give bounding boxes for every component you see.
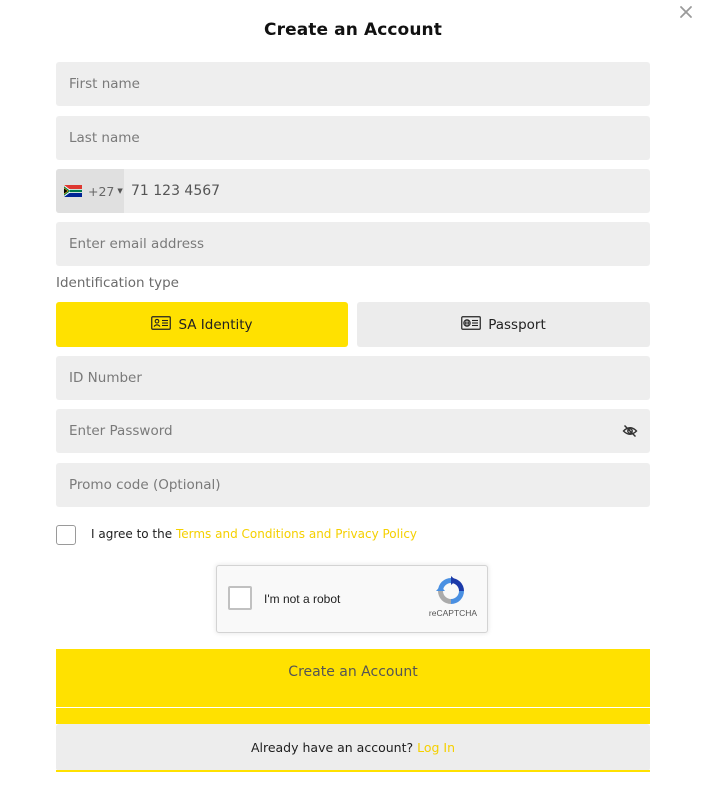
eye-slash-icon[interactable]: [622, 423, 638, 439]
id-number-field[interactable]: [56, 356, 650, 400]
terms-link[interactable]: Terms and Conditions and Privacy Policy: [176, 527, 417, 541]
chevron-down-icon: ▼: [117, 187, 123, 195]
promo-code-field-container: [56, 463, 650, 507]
south-africa-flag-icon: [64, 182, 82, 201]
phone-field[interactable]: [124, 169, 650, 213]
phone-input-wrapper: [124, 169, 650, 213]
sa-identity-button[interactable]: SA Identity: [56, 302, 348, 347]
recaptcha-checkbox[interactable]: [228, 586, 252, 610]
login-prompt-bar: Already have an account? Log In: [56, 724, 650, 771]
create-account-button[interactable]: Create an Account: [56, 649, 650, 707]
first-name-field[interactable]: [56, 62, 650, 106]
last-name-field[interactable]: [56, 116, 650, 160]
promo-code-field[interactable]: [56, 463, 650, 507]
close-icon[interactable]: [676, 2, 696, 22]
last-name-field-container: [56, 116, 650, 160]
passport-label: Passport: [488, 316, 546, 333]
passport-button[interactable]: Passport: [357, 302, 650, 347]
bottom-accent-line: [56, 770, 650, 772]
passport-icon: [461, 315, 488, 334]
password-field[interactable]: [56, 409, 650, 453]
first-name-field-container: [56, 62, 650, 106]
id-card-icon: [151, 315, 178, 334]
login-prompt: Already have an account?: [250, 740, 414, 755]
sa-identity-label: SA Identity: [178, 316, 253, 333]
login-link[interactable]: Log In: [417, 740, 455, 755]
phone-field-container: +27 ▼: [56, 169, 650, 213]
terms-text: I agree to the Terms and Conditions and …: [91, 527, 417, 541]
id-number-field-container: [56, 356, 650, 400]
accent-strip: [56, 708, 650, 724]
recaptcha-widget: I'm not a robot reCAPTCHA: [216, 565, 488, 633]
country-code-select[interactable]: +27 ▼: [56, 169, 124, 213]
terms-checkbox[interactable]: [56, 525, 76, 545]
country-code: +27: [88, 183, 115, 199]
email-field-container: [56, 222, 650, 266]
password-field-container: [56, 409, 650, 453]
terms-prefix: I agree to the: [91, 527, 173, 541]
page-title: Create an Account: [264, 20, 442, 40]
recaptcha-brand: reCAPTCHA: [428, 608, 478, 618]
recaptcha-label: I'm not a robot: [264, 592, 341, 606]
recaptcha-logo-icon: [435, 575, 467, 607]
id-type-label: Identification type: [56, 275, 179, 291]
email-field[interactable]: [56, 222, 650, 266]
